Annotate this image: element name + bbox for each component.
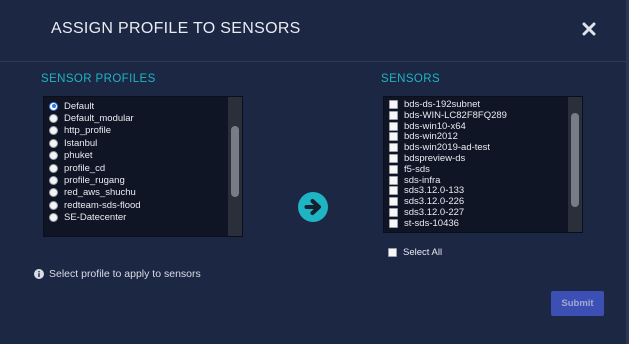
sensor-option[interactable]: sds3.12.0-227 [389,207,464,218]
sensor-option[interactable]: f5-sds [389,164,430,175]
profile-option[interactable]: redteam-sds-flood [49,199,141,211]
sensor-checkbox[interactable] [389,218,398,228]
arrow-right-circle-icon[interactable] [298,192,328,222]
profile-radio[interactable] [49,126,58,136]
profile-option[interactable]: http_profile [49,125,111,137]
sensors-scroll-thumb[interactable] [571,113,579,207]
profile-radio[interactable] [49,151,58,161]
profile-option[interactable]: Default [49,100,94,112]
sensor-checkbox[interactable] [389,175,398,185]
profile-option-label: http_profile [64,125,112,137]
sensor-option-label: bds-win2012 [404,131,458,143]
sensor-checkbox[interactable] [389,197,398,207]
profile-option-label: SE-Datecenter [64,212,127,224]
sensor-option[interactable]: bds-win10-x64 [389,121,466,132]
profile-radio[interactable] [49,200,58,210]
select-all-label: Select All [403,247,443,258]
sensor-option[interactable]: bdspreview-ds [389,153,465,164]
sensors-heading: SENSORS [381,73,441,85]
sensors-scrollbar[interactable] [568,97,582,232]
dialog-header: ASSIGN PROFILE TO SENSORS [0,0,626,62]
select-all-checkbox[interactable]: Select All [388,247,442,258]
profiles-list[interactable]: Default Default_modular http_profile Istanb… [43,96,243,237]
sensor-option-label: bds-win2019-ad-test [404,142,491,154]
sensor-checkbox[interactable] [389,110,398,120]
profile-radio[interactable] [49,175,58,185]
dialog-title: ASSIGN PROFILE TO SENSORS [51,20,301,37]
sensor-option[interactable]: bds-ds-192subnet [389,99,480,110]
profile-option-label: profile_rugang [64,174,125,186]
sensor-checkbox[interactable] [389,121,398,131]
sensor-option-label: sds3.12.0-133 [404,185,465,197]
sensor-option-label: bds-WIN-LC82F8FQ289 [404,109,507,121]
profiles-scroll-thumb[interactable] [231,126,239,197]
sensor-option-label: bds-ds-192subnet [404,99,481,110]
sensor-option-label: sds3.12.0-227 [404,207,465,218]
sensor-checkbox[interactable] [389,164,398,174]
sensor-option-label: sds3.12.0-226 [404,196,465,208]
profile-option[interactable]: red_aws_shuchu [49,187,136,199]
sensor-checkbox[interactable] [389,186,398,196]
profile-radio[interactable] [49,113,58,123]
submit-button[interactable]: Submit [551,291,604,316]
info-circle-icon [34,269,44,279]
profile-radio[interactable] [49,163,58,173]
profile-option-label: red_aws_shuchu [64,187,136,199]
sensor-checkbox[interactable] [389,208,398,217]
close-icon[interactable] [582,22,596,36]
sensor-option-label: sds-infra [404,174,441,186]
profile-option[interactable]: Istanbul [49,137,97,149]
profile-option-label: Default [64,100,95,112]
hint-text: Select profile to apply to sensors [49,268,201,280]
profile-option[interactable]: profile_rugang [49,174,125,186]
assign-profile-dialog: ASSIGN PROFILE TO SENSORS SENSOR PROFILE… [0,0,629,344]
sensor-option-label: bds-win10-x64 [404,120,466,132]
sensor-option-label: st-sds-10436 [404,217,459,229]
profile-radio[interactable] [49,213,58,223]
sensor-option-label: bdspreview-ds [404,153,466,164]
sensor-checkbox[interactable] [389,132,398,142]
sensor-option[interactable]: sds3.12.0-133 [389,185,464,196]
sensor-checkbox[interactable] [389,154,398,163]
profile-option[interactable]: profile_cd [49,162,105,174]
profile-radio[interactable] [49,138,58,148]
sensor-option[interactable]: bds-win2019-ad-test [389,142,490,153]
hint-message: Select profile to apply to sensors [34,268,201,280]
profile-radio[interactable] [49,188,58,198]
profile-option[interactable]: SE-Datecenter [49,212,126,224]
profile-option-label: profile_cd [64,162,106,174]
sensor-option[interactable]: bds-win2012 [389,131,458,142]
sensor-option[interactable]: bds-WIN-LC82F8FQ289 [389,110,507,121]
sensor-checkbox[interactable] [389,143,398,153]
sensor-checkbox[interactable] [389,100,398,109]
profile-option[interactable]: phuket [49,150,93,162]
profile-radio[interactable] [49,101,58,111]
sensors-list[interactable]: bds-ds-192subnet bds-WIN-LC82F8FQ289 bds-w… [383,96,583,233]
sensor-option[interactable]: sds-infra [389,175,440,186]
sensor-option[interactable]: sds3.12.0-226 [389,196,464,207]
profile-option[interactable]: Default_modular [49,112,134,124]
profile-option-label: Istanbul [64,137,98,149]
profile-option-label: Default_modular [64,112,134,124]
profile-option-label: redteam-sds-flood [64,199,141,211]
select-all-box[interactable] [388,248,397,257]
profiles-scrollbar[interactable] [228,97,242,236]
sensor-option[interactable]: st-sds-10436 [389,218,459,229]
profile-option-label: phuket [64,150,93,162]
sensor-option-label: f5-sds [404,163,430,175]
sensor-profiles-heading: SENSOR PROFILES [41,73,156,85]
